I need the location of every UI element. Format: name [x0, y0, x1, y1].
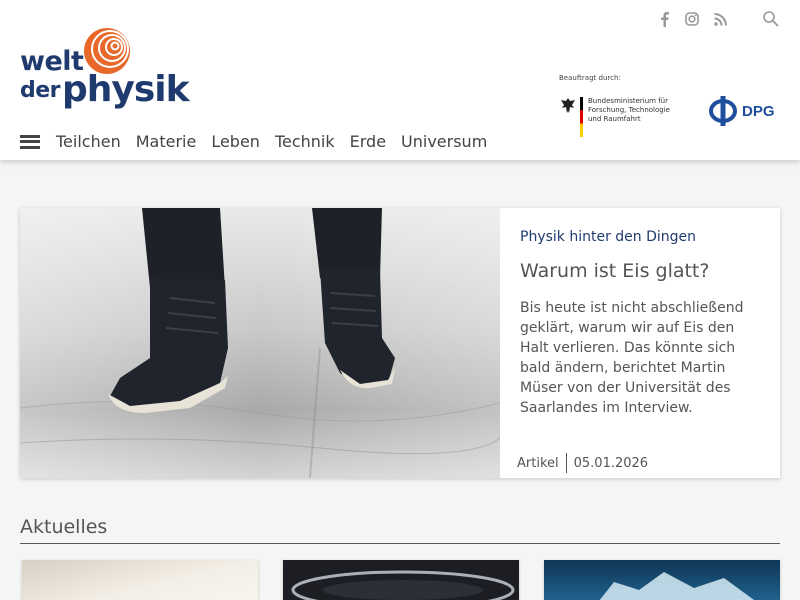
feature-date: 05.01.2026 [573, 455, 649, 471]
dpg-logo[interactable]: DPG [708, 94, 775, 128]
site-logo[interactable]: welt der physik [20, 26, 190, 112]
meta-divider [565, 453, 567, 473]
nav-item-materie[interactable]: Materie [136, 132, 197, 151]
search-icon[interactable] [762, 10, 780, 28]
nav-item-universum[interactable]: Universum [401, 132, 487, 151]
instagram-icon[interactable] [684, 10, 700, 28]
eagle-icon [561, 98, 575, 113]
nav-item-teilchen[interactable]: Teilchen [56, 132, 121, 151]
news-thumbnail-1[interactable] [22, 560, 258, 600]
nav-item-leben[interactable]: Leben [211, 132, 260, 151]
nav-item-technik[interactable]: Technik [275, 132, 335, 151]
social-links [656, 10, 728, 28]
menu-icon[interactable] [20, 134, 40, 149]
thumbnail-image-2 [283, 560, 519, 600]
feature-title[interactable]: Warum ist Eis glatt? [520, 260, 709, 282]
feature-body: Physik hinter den Dingen Warum ist Eis g… [517, 208, 770, 478]
german-flag-bar [580, 97, 583, 137]
section-title-aktuelles: Aktuelles [20, 516, 108, 538]
section-divider [20, 543, 780, 544]
thumbnail-image-3 [544, 560, 780, 600]
feature-card[interactable]: Physik hinter den Dingen Warum ist Eis g… [20, 208, 780, 478]
feature-kicker[interactable]: Physik hinter den Dingen [520, 229, 696, 245]
sponsor-label: Beauftragt durch: [559, 74, 621, 82]
bmbf-text: Bundesministerium für Forschung, Technol… [588, 97, 670, 123]
feature-type: Artikel [517, 455, 559, 471]
site-header: welt der physik Beauftragt durch: Bundes… [0, 0, 800, 160]
logo-text-der: der [20, 78, 61, 103]
feature-image[interactable] [20, 208, 500, 478]
facebook-icon[interactable] [656, 10, 672, 28]
feature-meta: Artikel 05.01.2026 [517, 453, 648, 473]
dpg-text: DPG [742, 102, 775, 120]
logo-text-physik: physik [62, 69, 190, 110]
phi-icon [709, 96, 737, 126]
nav-item-erde[interactable]: Erde [350, 132, 386, 151]
bmbf-logo[interactable]: Bundesministerium für Forschung, Technol… [560, 95, 680, 139]
news-thumbnail-2[interactable] [283, 560, 519, 600]
main-nav: Teilchen Materie Leben Technik Erde Univ… [20, 132, 502, 151]
rss-icon[interactable] [712, 10, 728, 28]
feature-text: Bis heute ist nicht abschließend geklärt… [520, 300, 744, 416]
news-thumbnail-3[interactable] [544, 560, 780, 600]
thumbnail-image-1 [22, 560, 258, 600]
